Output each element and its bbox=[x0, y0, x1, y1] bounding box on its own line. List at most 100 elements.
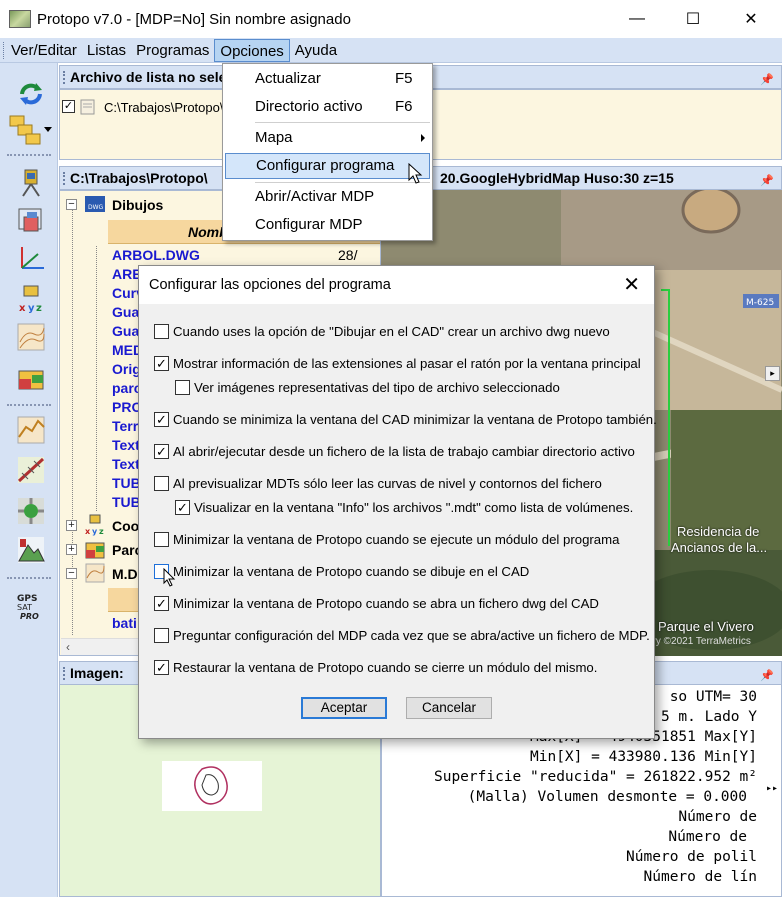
axes-icon[interactable] bbox=[16, 244, 46, 274]
total-station-icon[interactable] bbox=[16, 167, 46, 197]
app-icon bbox=[9, 10, 31, 28]
menu-programas[interactable]: Programas bbox=[131, 39, 214, 62]
xyz-coordinates-icon[interactable]: xyz bbox=[16, 283, 46, 314]
expand-coo[interactable]: + bbox=[66, 520, 77, 531]
checkbox[interactable]: ✓ bbox=[154, 356, 169, 371]
tree-group[interactable]: M.D bbox=[112, 566, 138, 582]
menu-opciones[interactable]: Opciones bbox=[214, 38, 290, 62]
maximize-icon: ☐ bbox=[685, 11, 701, 28]
tree-root-dibujos[interactable]: Dibujos bbox=[112, 197, 163, 213]
expand-arrows-icon[interactable]: ▸▸ bbox=[766, 783, 778, 794]
map-label: Parque el Vivero bbox=[658, 619, 754, 634]
menu-item-label: Abrir/Activar MDP bbox=[255, 188, 375, 205]
option-label: Preguntar configuración del MDP cada vez… bbox=[173, 628, 650, 643]
menu-item-abrir-activar-mdp[interactable]: Abrir/Activar MDP bbox=[225, 184, 430, 210]
tree-group[interactable]: Coo bbox=[112, 518, 139, 534]
close-button[interactable]: ✕ bbox=[722, 0, 780, 38]
minimize-button[interactable]: — bbox=[608, 0, 666, 38]
option-label: Cuando uses la opción de "Dibujar en el … bbox=[173, 324, 610, 339]
checkbox[interactable] bbox=[154, 628, 169, 643]
tree-file[interactable]: Gua bbox=[112, 304, 139, 320]
maximize-button[interactable]: ☐ bbox=[664, 0, 722, 38]
option-label: Restaurar la ventana de Protopo cuando s… bbox=[173, 660, 598, 675]
menu-ver-editar[interactable]: Ver/Editar bbox=[6, 39, 82, 62]
left-toolbar: xyz GPS SAT PRO bbox=[0, 63, 58, 897]
info-line: Min[X] = 433980.136 Min[Y] bbox=[530, 749, 757, 765]
tree-file[interactable]: Text bbox=[112, 456, 140, 472]
tree-file[interactable]: Gua bbox=[112, 323, 139, 339]
road-label: M-625 bbox=[746, 298, 774, 308]
option-label: Minimizar la ventana de Protopo cuando s… bbox=[173, 532, 620, 547]
menu-item-label: Actualizar bbox=[255, 70, 321, 87]
terrain-icon[interactable] bbox=[16, 535, 46, 565]
menu-item-label: Configurar MDP bbox=[255, 216, 363, 233]
option-label: Mostrar información de las extensiones a… bbox=[173, 356, 641, 371]
checkbox[interactable] bbox=[154, 532, 169, 547]
checkbox[interactable]: ✓ bbox=[154, 412, 169, 427]
menu-listas[interactable]: Listas bbox=[82, 39, 131, 62]
option-label: Minimizar la ventana de Protopo cuando s… bbox=[173, 564, 530, 579]
tree-file[interactable]: Orig bbox=[112, 361, 141, 377]
info-line: Superficie "reducida" = 261822.952 m² bbox=[433, 769, 757, 785]
menu-item-directorio-activo[interactable]: Directorio activo F6 bbox=[225, 94, 430, 120]
refresh-icon[interactable] bbox=[16, 79, 46, 109]
cancel-button[interactable]: Cancelar bbox=[406, 697, 492, 719]
list-entry-path[interactable]: C:\Trabajos\Protopo\ bbox=[104, 100, 223, 115]
roundabout-icon[interactable] bbox=[16, 496, 46, 526]
checkbox[interactable]: ✓ bbox=[154, 596, 169, 611]
railway-icon[interactable] bbox=[16, 455, 46, 485]
scroll-left-icon[interactable]: ‹ bbox=[66, 640, 70, 654]
svg-text:SAT: SAT bbox=[17, 603, 32, 612]
checkbox[interactable] bbox=[154, 476, 169, 491]
folders-icon[interactable] bbox=[8, 113, 52, 145]
info-line: Número de lín bbox=[643, 869, 758, 885]
checkbox[interactable] bbox=[175, 380, 190, 395]
tree-file[interactable]: TUB bbox=[112, 494, 141, 510]
mouse-cursor-icon bbox=[163, 568, 176, 587]
submenu-arrow-icon bbox=[421, 134, 425, 142]
menu-item-mapa[interactable]: Mapa bbox=[225, 125, 430, 151]
drawing-tools-icon[interactable] bbox=[16, 205, 46, 235]
tree-file[interactable]: Terr bbox=[112, 418, 138, 434]
checkbox[interactable]: ✓ bbox=[154, 660, 169, 675]
menu-item-configurar-mdp[interactable]: Configurar MDP bbox=[225, 212, 430, 238]
tree-file[interactable]: bati bbox=[112, 615, 137, 631]
info-line: Número de bbox=[668, 829, 747, 845]
tree-file[interactable]: TUB bbox=[112, 475, 141, 491]
accept-button[interactable]: Aceptar bbox=[301, 697, 387, 719]
menu-item-actualizar[interactable]: Actualizar F5 bbox=[225, 66, 430, 92]
svg-text:z: z bbox=[36, 303, 42, 313]
checkbox[interactable] bbox=[154, 324, 169, 339]
dialog-close-icon[interactable]: ✕ bbox=[623, 266, 640, 304]
map-scroll-arrow-icon[interactable]: ▸ bbox=[765, 366, 780, 381]
window-title: Protopo v7.0 - [MDP=No] Sin nombre asign… bbox=[37, 10, 351, 28]
collapse-dibujos[interactable]: − bbox=[66, 199, 77, 210]
list-entry-checkbox[interactable]: ✓ bbox=[62, 100, 75, 113]
mouse-cursor-icon bbox=[408, 163, 423, 184]
gps-sat-pro-icon[interactable]: GPS SAT PRO bbox=[16, 590, 46, 621]
tree-file[interactable]: Text bbox=[112, 437, 140, 453]
preview-thumbnail bbox=[162, 761, 262, 811]
tree-file[interactable]: ARBOL.DWG bbox=[112, 247, 200, 263]
pin-icon[interactable]: 📌 bbox=[760, 170, 774, 192]
checkbox[interactable]: ✓ bbox=[154, 444, 169, 459]
profile-icon[interactable] bbox=[16, 415, 46, 445]
close-icon: ✕ bbox=[744, 11, 758, 28]
image-panel-title: Imagen: bbox=[70, 665, 124, 681]
info-line: 5 m. Lado Y bbox=[660, 709, 757, 725]
option-label: Al previsualizar MDTs sólo leer las curv… bbox=[173, 476, 602, 491]
house-icon[interactable] bbox=[16, 361, 46, 391]
map-label: Ancianos de la... bbox=[671, 540, 768, 555]
expand-parc[interactable]: + bbox=[66, 544, 77, 555]
menu-item-configurar-programa[interactable]: Configurar programa bbox=[225, 153, 430, 179]
contour-lines-icon[interactable] bbox=[16, 322, 46, 352]
map-copyright: ery ©2021 TerraMetrics bbox=[647, 636, 751, 647]
pin-icon[interactable]: 📌 bbox=[760, 69, 774, 91]
checkbox[interactable]: ✓ bbox=[175, 500, 190, 515]
info-line: Número de bbox=[678, 809, 757, 825]
menu-ayuda[interactable]: Ayuda bbox=[290, 39, 342, 62]
option-label: Ver imágenes representativas del tipo de… bbox=[194, 380, 560, 395]
collapse-md[interactable]: − bbox=[66, 568, 77, 579]
mdt-folder-icon bbox=[84, 562, 106, 584]
option-label: Cuando se minimiza la ventana del CAD mi… bbox=[173, 412, 657, 427]
